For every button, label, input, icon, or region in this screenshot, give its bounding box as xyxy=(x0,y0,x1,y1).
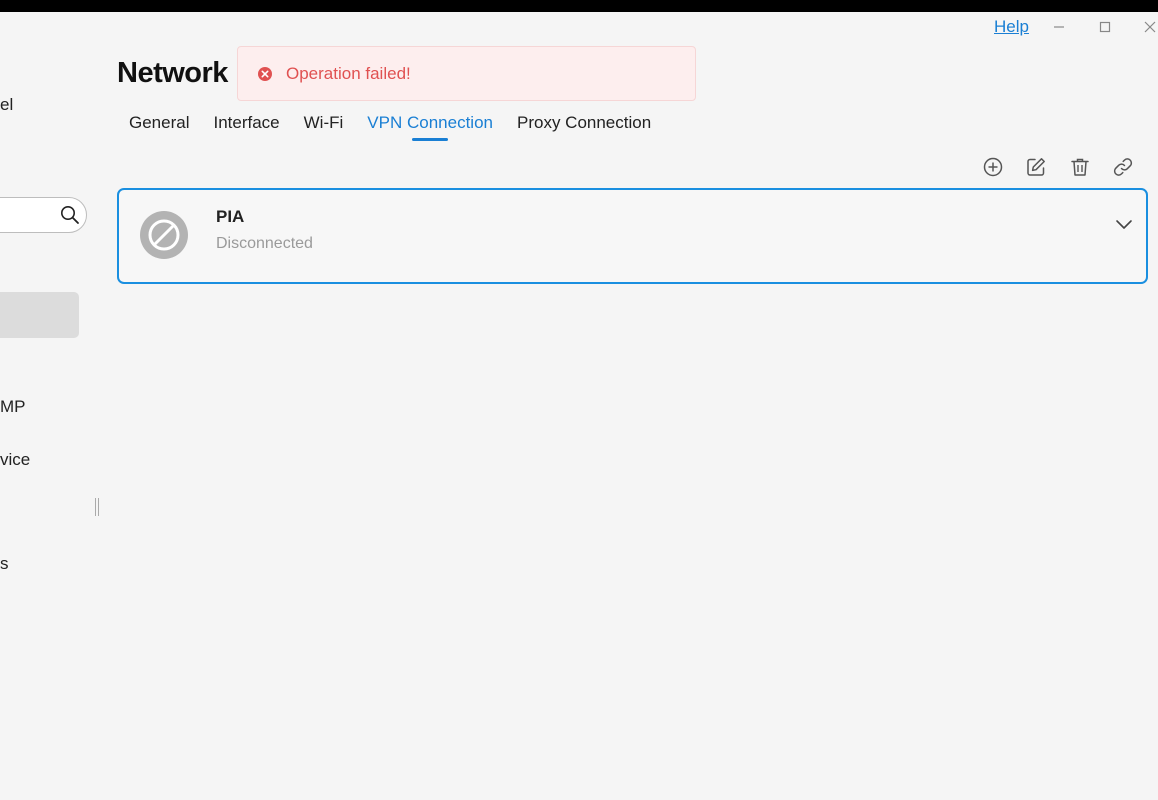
sidebar: el MP vice s xyxy=(0,12,100,800)
sidebar-item-label[interactable]: s xyxy=(0,554,9,574)
sidebar-item-selected[interactable] xyxy=(0,292,79,338)
tab-interface[interactable]: Interface xyxy=(201,110,291,144)
toast-message: Operation failed! xyxy=(286,63,411,83)
tab-proxy-connection[interactable]: Proxy Connection xyxy=(505,110,663,144)
delete-icon[interactable] xyxy=(1069,156,1091,178)
search-icon[interactable] xyxy=(60,205,80,225)
help-link[interactable]: Help xyxy=(994,17,1029,37)
tab-vpn-connection[interactable]: VPN Connection xyxy=(355,110,505,144)
sidebar-item-label[interactable]: vice xyxy=(0,450,30,470)
disconnected-icon xyxy=(140,211,188,259)
error-icon xyxy=(258,66,272,81)
maximize-button[interactable] xyxy=(1094,16,1116,38)
add-icon[interactable] xyxy=(982,156,1004,178)
vpn-status: Disconnected xyxy=(216,235,313,252)
chevron-down-icon[interactable] xyxy=(1114,214,1134,234)
minimize-icon xyxy=(1054,26,1064,28)
vpn-connection-card[interactable]: PIA Disconnected xyxy=(117,188,1148,284)
edit-icon[interactable] xyxy=(1025,156,1047,178)
close-button[interactable] xyxy=(1139,16,1158,38)
link-icon[interactable] xyxy=(1112,156,1134,178)
sidebar-item-label[interactable]: el xyxy=(0,95,13,115)
tab-wifi[interactable]: Wi-Fi xyxy=(292,110,356,144)
page-title: Network xyxy=(117,57,228,89)
tab-bar: General Interface Wi-Fi VPN Connection P… xyxy=(117,110,663,144)
panel-splitter-handle[interactable] xyxy=(95,498,99,516)
close-icon xyxy=(1144,21,1156,33)
tab-general[interactable]: General xyxy=(117,110,201,144)
minimize-button[interactable] xyxy=(1048,16,1070,38)
title-bar-strip xyxy=(0,0,1158,12)
error-toast: Operation failed! xyxy=(237,46,696,101)
vpn-name: PIA xyxy=(216,207,245,226)
sidebar-item-label[interactable]: MP xyxy=(0,397,26,417)
maximize-icon xyxy=(1099,21,1111,33)
